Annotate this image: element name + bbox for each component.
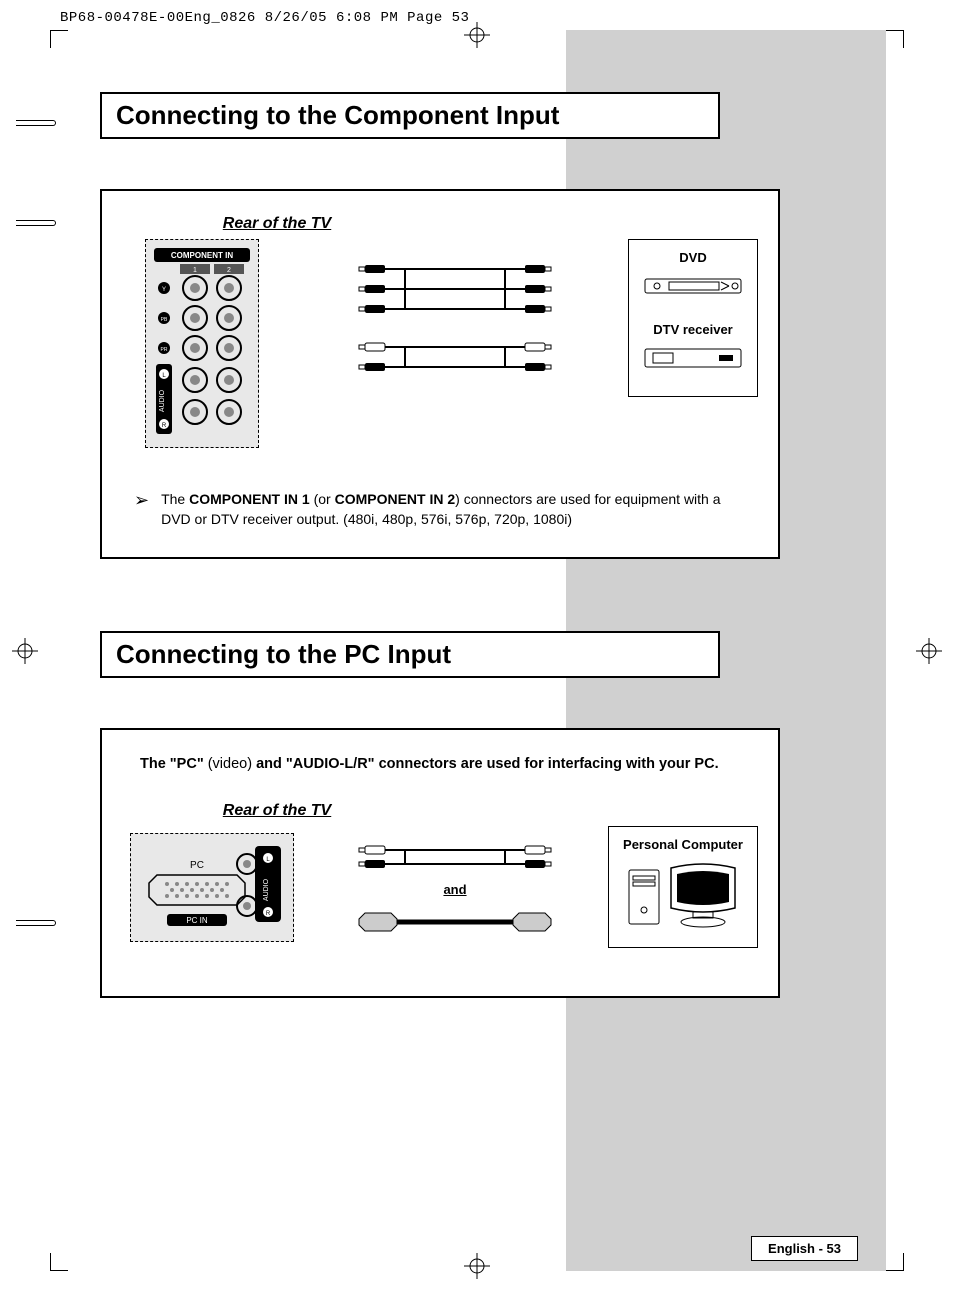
component-content-box: Rear of the TV COMPONENT IN 1 2 Y (100, 189, 780, 559)
svg-text:1: 1 (193, 267, 197, 274)
and-label: and (443, 882, 466, 897)
heading-pc: Connecting to the PC Input (100, 631, 720, 678)
svg-text:PB: PB (161, 317, 168, 323)
note-arrow-icon: ➢ (134, 488, 149, 529)
heading-component-text: Connecting to the Component Input (116, 100, 559, 130)
video-cable-svg (355, 259, 555, 319)
svg-text:PC: PC (190, 860, 204, 871)
svg-text:COMPONENT IN: COMPONENT IN (171, 251, 233, 260)
audio-cable-svg (355, 337, 555, 377)
crop-mark-tr (886, 30, 904, 48)
component-in-panel: COMPONENT IN 1 2 Y PB PR (145, 239, 259, 448)
heading-pc-text: Connecting to the PC Input (116, 639, 451, 669)
pc-label: Personal Computer (619, 837, 747, 852)
heading-component: Connecting to the Component Input (100, 92, 720, 139)
crop-mark-bl (50, 1253, 68, 1271)
svg-text:R: R (266, 911, 271, 917)
component-cable-group (292, 259, 618, 377)
registration-mark-right (916, 638, 942, 664)
svg-text:PR: PR (161, 347, 168, 353)
rear-of-tv-label-2: Rear of the TV (192, 802, 362, 820)
pc-note: The "PC" (video) and "AUDIO-L/R" connect… (122, 754, 758, 774)
dtv-receiver-icon (643, 345, 743, 371)
dtv-label: DTV receiver (639, 322, 747, 337)
component-note: ➢ The COMPONENT IN 1 (or COMPONENT IN 2)… (122, 490, 758, 529)
device-box-1: DVD DTV receiver (628, 239, 758, 397)
page-content: Connecting to the Component Input Rear o… (68, 30, 886, 1271)
crop-mark-br (886, 1253, 904, 1271)
component-in-panel-svg: COMPONENT IN 1 2 Y PB PR (152, 246, 252, 436)
svg-text:PC IN: PC IN (186, 916, 208, 925)
pc-content-box: The "PC" (video) and "AUDIO-L/R" connect… (100, 728, 780, 998)
svg-text:Y: Y (162, 287, 166, 293)
rear-of-tv-label-1: Rear of the TV (192, 215, 362, 233)
svg-text:AUDIO: AUDIO (159, 389, 166, 412)
print-slug: BP68-00478E-00Eng_0826 8/26/05 6:08 PM P… (60, 10, 469, 26)
pc-cable-group: and (312, 842, 598, 937)
pc-in-panel-svg: PC AUDIO L R PC IN (137, 840, 287, 930)
device-box-pc: Personal Computer (608, 826, 758, 948)
dvd-player-icon (643, 273, 743, 299)
crop-mark-tl (50, 30, 68, 48)
pc-in-panel: PC AUDIO L R PC IN (130, 833, 294, 942)
registration-mark-left (12, 638, 38, 664)
svg-text:AUDIO: AUDIO (263, 878, 270, 901)
note-text: The COMPONENT IN 1 (or COMPONENT IN 2) c… (161, 490, 746, 529)
svg-text:R: R (162, 423, 167, 429)
dvd-label: DVD (639, 250, 747, 265)
pc-audio-cable-svg (355, 842, 555, 872)
svg-text:2: 2 (227, 267, 231, 274)
personal-computer-icon (623, 860, 743, 930)
vga-cable-svg (355, 907, 555, 937)
